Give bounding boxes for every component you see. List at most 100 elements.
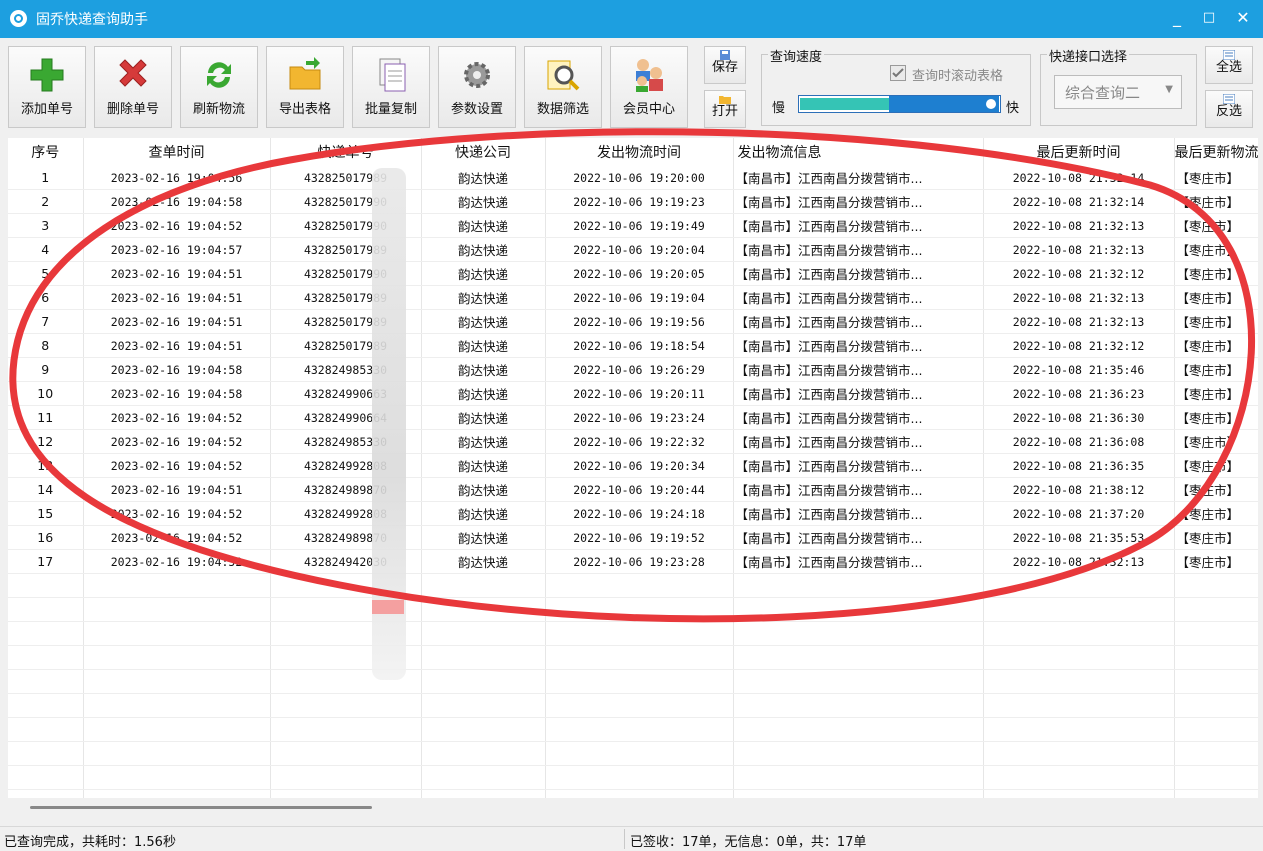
table-cell: 2023-02-16 19:04:52 <box>83 405 271 430</box>
empty-cell <box>1174 645 1258 670</box>
member-center-button[interactable]: 会员中心 <box>610 46 688 128</box>
empty-cell <box>733 573 984 598</box>
column-header[interactable]: 最后更新时间 <box>983 138 1175 166</box>
save-button[interactable]: 保存 <box>704 46 746 84</box>
empty-row <box>8 645 1258 670</box>
table-cell: 2023-02-16 19:04:51 <box>83 309 271 334</box>
results-table[interactable]: 序号 查单时间 快递单号 快递公司 发出物流时间 发出物流信息 最后更新时间 最… <box>8 138 1258 798</box>
empty-row <box>8 717 1258 742</box>
table-cell: 韵达快递 <box>421 549 546 574</box>
table-cell: 【枣庄市】 <box>1174 405 1258 430</box>
table-row[interactable]: 8 2023-02-16 19:04:51 432825017989 韵达快递 2022… <box>8 333 1258 358</box>
table-cell: 2022-10-08 21:36:23 <box>983 381 1175 406</box>
table-row[interactable]: 4 2023-02-16 19:04:57 432825017989 韵达快递 2022… <box>8 237 1258 262</box>
settings-button[interactable]: 参数设置 <box>438 46 516 128</box>
table-cell: 2 <box>8 189 84 214</box>
table-cell: 2022-10-06 19:20:44 <box>545 477 734 502</box>
open-button[interactable]: 打开 <box>704 90 746 128</box>
select-all-label: 全选 <box>1215 60 1242 75</box>
empty-cell <box>8 717 84 742</box>
open-label: 打开 <box>711 104 738 119</box>
table-cell: 9 <box>8 357 84 382</box>
empty-cell <box>545 693 734 718</box>
table-cell: 2022-10-06 19:20:05 <box>545 261 734 286</box>
empty-cell <box>421 645 546 670</box>
speed-slider-thumb[interactable] <box>986 99 996 109</box>
table-row[interactable]: 10 2023-02-16 19:04:58 432824990663 韵达快递 202… <box>8 381 1258 406</box>
column-header[interactable]: 发出物流时间 <box>545 138 734 166</box>
table-cell: 【南昌市】江西南昌分拨营销市... <box>733 285 984 310</box>
table-cell: 2022-10-06 19:23:28 <box>545 549 734 574</box>
empty-cell <box>8 669 84 694</box>
column-header[interactable]: 快递单号 <box>270 138 422 166</box>
table-cell: 韵达快递 <box>421 357 546 382</box>
table-row[interactable]: 17 2023-02-16 19:04:52 432824942030 韵达快递 202… <box>8 549 1258 574</box>
scroll-table-label: 查询时滚动表格 <box>912 69 1004 84</box>
column-header[interactable]: 最后更新物流 <box>1174 138 1258 166</box>
table-row[interactable]: 2 2023-02-16 19:04:58 432825017990 韵达快递 2022… <box>8 189 1258 214</box>
table-cell: 【南昌市】江西南昌分拨营销市... <box>733 477 984 502</box>
export-table-button[interactable]: 导出表格 <box>266 46 344 128</box>
column-header[interactable]: 发出物流信息 <box>733 138 984 166</box>
table-cell: 2023-02-16 19:04:52 <box>83 501 271 526</box>
column-header[interactable]: 查单时间 <box>83 138 271 166</box>
table-row[interactable]: 15 2023-02-16 19:04:52 432824992808 韵达快递 202… <box>8 501 1258 526</box>
table-cell: 8 <box>8 333 84 358</box>
column-header[interactable]: 序号 <box>8 138 84 166</box>
table-row[interactable]: 12 2023-02-16 19:04:52 432824985330 韵达快递 202… <box>8 429 1258 454</box>
add-number-button[interactable]: 添加单号 <box>8 46 86 128</box>
status-bar: 已查询完成，共耗时：1.56秒 已签收：17单，无信息：0单，共：17单 <box>0 826 1263 851</box>
data-filter-button[interactable]: 数据筛选 <box>524 46 602 128</box>
table-row[interactable]: 11 2023-02-16 19:04:52 432824990664 韵达快递 202… <box>8 405 1258 430</box>
table-cell: 韵达快递 <box>421 213 546 238</box>
table-cell: 【南昌市】江西南昌分拨营销市... <box>733 501 984 526</box>
table-row[interactable]: 14 2023-02-16 19:04:51 432824989870 韵达快递 202… <box>8 477 1258 502</box>
table-cell: 12 <box>8 429 84 454</box>
batch-copy-button[interactable]: 批量复制 <box>352 46 430 128</box>
table-cell: 2022-10-06 19:19:23 <box>545 189 734 214</box>
invert-select-button[interactable]: 反选 <box>1205 90 1253 128</box>
table-cell: 【南昌市】江西南昌分拨营销市... <box>733 261 984 286</box>
table-cell: 【南昌市】江西南昌分拨营销市... <box>733 213 984 238</box>
delete-number-button[interactable]: 删除单号 <box>94 46 172 128</box>
table-row[interactable]: 16 2023-02-16 19:04:52 432824989870 韵达快递 202… <box>8 525 1258 550</box>
maximize-button[interactable]: □ <box>1196 6 1222 30</box>
table-cell: 2022-10-06 19:26:29 <box>545 357 734 382</box>
table-row[interactable]: 3 2023-02-16 19:04:52 432825017990 韵达快递 2022… <box>8 213 1258 238</box>
empty-cell <box>1174 669 1258 694</box>
table-cell: 【枣庄市】 <box>1174 261 1258 286</box>
minimize-button[interactable]: _ <box>1164 6 1190 30</box>
table-row[interactable]: 9 2023-02-16 19:04:58 432824985330 韵达快递 2022… <box>8 357 1258 382</box>
table-cell: 10 <box>8 381 84 406</box>
scrollbar-thumb[interactable] <box>30 806 372 809</box>
table-row[interactable]: 7 2023-02-16 19:04:51 432825017989 韵达快递 2022… <box>8 309 1258 334</box>
slow-label: 慢 <box>772 101 786 116</box>
api-select-dropdown[interactable]: 综合查询二 ▼ <box>1054 75 1182 109</box>
table-cell: 【枣庄市】 <box>1174 213 1258 238</box>
table-cell: 2022-10-06 19:24:18 <box>545 501 734 526</box>
empty-cell <box>270 717 422 742</box>
empty-cell <box>8 621 84 646</box>
select-all-button[interactable]: 全选 <box>1205 46 1253 84</box>
horizontal-scrollbar[interactable] <box>8 798 1258 818</box>
table-row[interactable]: 6 2023-02-16 19:04:51 432825017989 韵达快递 2022… <box>8 285 1258 310</box>
select-all-icon <box>1223 50 1235 60</box>
table-cell: 5 <box>8 261 84 286</box>
table-cell: 2022-10-08 21:32:13 <box>983 213 1175 238</box>
table-cell: 【南昌市】江西南昌分拨营销市... <box>733 166 984 190</box>
speed-slider[interactable] <box>798 95 1001 113</box>
empty-cell <box>83 597 271 622</box>
empty-cell <box>83 669 271 694</box>
api-selected-value: 综合查询二 <box>1065 84 1141 102</box>
table-cell: 2022-10-08 21:35:46 <box>983 357 1175 382</box>
column-header[interactable]: 快递公司 <box>421 138 546 166</box>
refresh-logistics-button[interactable]: 刷新物流 <box>180 46 258 128</box>
table-row[interactable]: 5 2023-02-16 19:04:51 432825017990 韵达快递 2022… <box>8 261 1258 286</box>
table-cell: 2023-02-16 19:04:52 <box>83 549 271 574</box>
close-button[interactable]: ✕ <box>1230 6 1256 30</box>
scroll-table-checkbox[interactable] <box>890 65 906 81</box>
empty-cell <box>83 645 271 670</box>
table-row[interactable]: 13 2023-02-16 19:04:52 432824992808 韵达快递 202… <box>8 453 1258 478</box>
table-row[interactable]: 1 2023-02-16 19:04:56 432825017989 韵达快递 2022… <box>8 166 1258 190</box>
table-cell: 韵达快递 <box>421 166 546 190</box>
